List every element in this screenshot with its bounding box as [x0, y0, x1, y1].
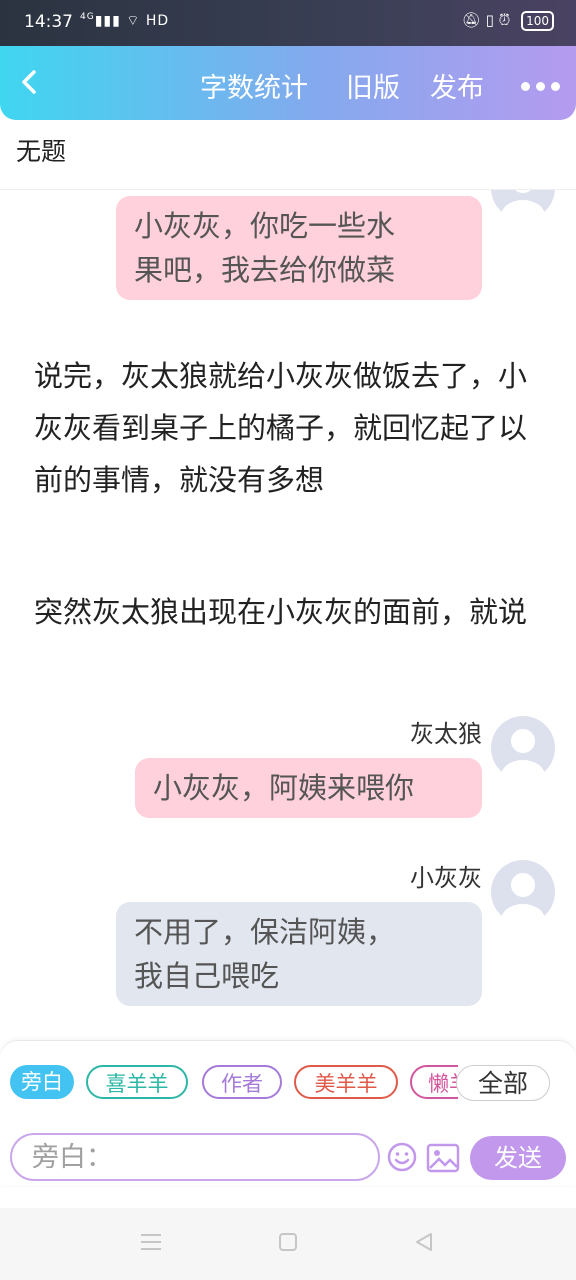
- role-chip-xiyangyang[interactable]: 喜羊羊: [86, 1065, 188, 1099]
- avatar[interactable]: [491, 190, 555, 220]
- menu-icon[interactable]: [140, 1232, 162, 1256]
- chat-area[interactable]: 小灰灰，你吃一些水 果吧，我去给你做菜 说完，灰太狼就给小灰灰做饭去了，小灰灰看…: [0, 190, 576, 1040]
- more-dots-icon[interactable]: [515, 76, 560, 95]
- signal-icon: 4G▮▮▮ ⌔ HD: [80, 12, 170, 29]
- chevron-left-icon[interactable]: [14, 64, 48, 100]
- status-right: 🔕︎ ▯ ⏰︎ 100: [462, 11, 554, 31]
- mute-icon: 🔕︎: [461, 11, 481, 29]
- hd-label: HD: [145, 13, 170, 29]
- bubble-line: 不用了，保洁阿姨，: [134, 915, 396, 949]
- role-chip-narrator[interactable]: 旁白: [10, 1065, 74, 1099]
- speaker-name: 小灰灰: [410, 864, 482, 892]
- role-selector[interactable]: 旁白 喜羊羊 作者 美羊羊 懒羊羊: [10, 1065, 458, 1105]
- story-title[interactable]: 无题: [16, 132, 66, 168]
- bubble-line: 我自己喂吃: [134, 959, 280, 993]
- message-input[interactable]: [10, 1133, 380, 1181]
- status-bar: 14:37 4G▮▮▮ ⌔ HD 🔕︎ ▯ ⏰︎ 100: [0, 0, 576, 46]
- network-label: 4G: [80, 12, 95, 22]
- narration-text[interactable]: 说完，灰太狼就给小灰灰做饭去了，小灰灰看到桌子上的橘子，就回忆起了以前的事情，就…: [34, 350, 534, 506]
- narration-text[interactable]: 突然灰太狼出现在小灰灰的面前，就说: [34, 586, 534, 638]
- image-icon[interactable]: [426, 1143, 460, 1173]
- word-count-button[interactable]: 字数统计: [200, 66, 308, 105]
- battery-icon: 100: [521, 11, 554, 31]
- old-version-button[interactable]: 旧版: [346, 66, 400, 105]
- role-chip-author[interactable]: 作者: [202, 1065, 282, 1099]
- publish-button[interactable]: 发布: [430, 66, 484, 105]
- message-bubble[interactable]: 小灰灰，阿姨来喂你: [135, 758, 482, 818]
- bubble-line: 小灰灰，阿姨来喂你: [153, 771, 415, 805]
- vibrate-icon: ▯: [485, 11, 494, 29]
- square-home-icon[interactable]: [278, 1232, 298, 1256]
- bubble-line: 果吧，我去给你做菜: [134, 253, 396, 287]
- bubble-line: 小灰灰，你吃一些水: [134, 209, 396, 243]
- status-time: 14:37: [24, 12, 73, 32]
- top-header: 字数统计 旧版 发布: [0, 46, 576, 120]
- role-chip-lanyangyang[interactable]: 懒羊羊: [410, 1065, 458, 1099]
- input-panel: 旁白 喜羊羊 作者 美羊羊 懒羊羊 全部 发送: [0, 1040, 576, 1185]
- message-bubble[interactable]: 不用了，保洁阿姨， 我自己喂吃: [116, 902, 482, 1006]
- system-nav-bar: [0, 1208, 576, 1280]
- battery-level: 100: [526, 14, 549, 28]
- alarm-icon: ⏰︎: [498, 11, 511, 29]
- avatar[interactable]: [491, 860, 555, 924]
- wifi-icon: ⌔: [126, 13, 141, 29]
- speaker-name: 灰太狼: [410, 720, 482, 748]
- role-chip-meiyangyang[interactable]: 美羊羊: [294, 1065, 398, 1099]
- send-button[interactable]: 发送: [470, 1136, 566, 1180]
- smiley-icon[interactable]: [386, 1141, 418, 1173]
- triangle-back-icon[interactable]: [414, 1232, 434, 1256]
- all-roles-button[interactable]: 全部: [456, 1065, 550, 1101]
- avatar[interactable]: [491, 716, 555, 780]
- message-bubble[interactable]: 小灰灰，你吃一些水 果吧，我去给你做菜: [116, 196, 482, 300]
